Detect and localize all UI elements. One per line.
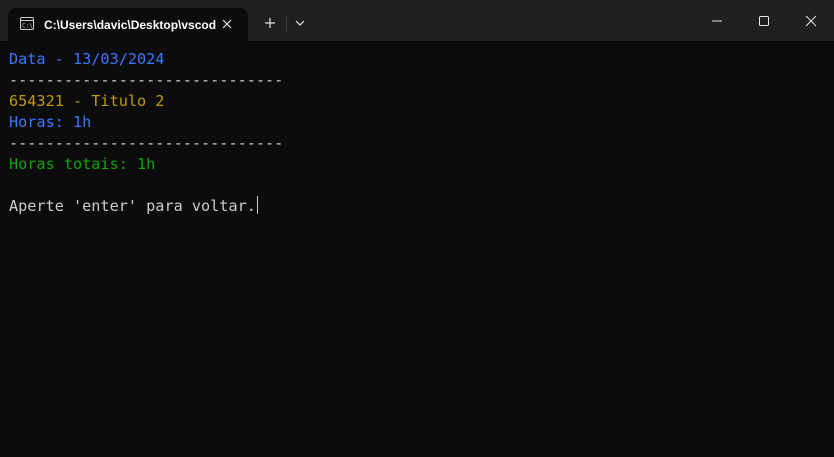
plus-icon [265,18,275,28]
terminal-line-task: 654321 - Titulo 2 [9,92,165,110]
title-bar[interactable]: C:\ C:\Users\davic\Desktop\vscode [0,0,834,41]
terminal-line-separator: ------------------------------ [9,71,284,89]
minimize-button[interactable] [694,0,740,41]
minimize-icon [712,20,722,22]
close-tab-icon[interactable] [220,17,234,31]
terminal-window: C:\ C:\Users\davic\Desktop\vscode Data -… [0,0,834,457]
profile-dropdown-button[interactable] [290,13,310,33]
text-cursor [256,196,258,214]
tab-title: C:\Users\davic\Desktop\vscode [44,18,216,32]
maximize-button[interactable] [741,0,787,41]
prompt-text: Aperte 'enter' para voltar. [9,197,256,215]
terminal-line-separator: ------------------------------ [9,134,284,152]
tab-divider [286,16,287,32]
terminal-line-hours: Horas: 1h [9,113,92,131]
terminal-icon: C:\ [20,17,34,30]
new-tab-button[interactable] [258,13,282,33]
terminal-line-date: Data - 13/03/2024 [9,50,165,68]
terminal-line-prompt: Aperte 'enter' para voltar. [9,196,258,217]
terminal-output[interactable]: Data - 13/03/2024 ----------------------… [0,41,834,457]
maximize-icon [759,16,769,26]
close-icon [805,15,817,27]
svg-text:C:\: C:\ [22,23,33,30]
tab-terminal[interactable]: C:\ C:\Users\davic\Desktop\vscode [8,8,248,41]
terminal-line-total-hours: Horas totais: 1h [9,155,156,173]
close-button[interactable] [788,0,834,41]
chevron-down-icon [295,20,305,26]
